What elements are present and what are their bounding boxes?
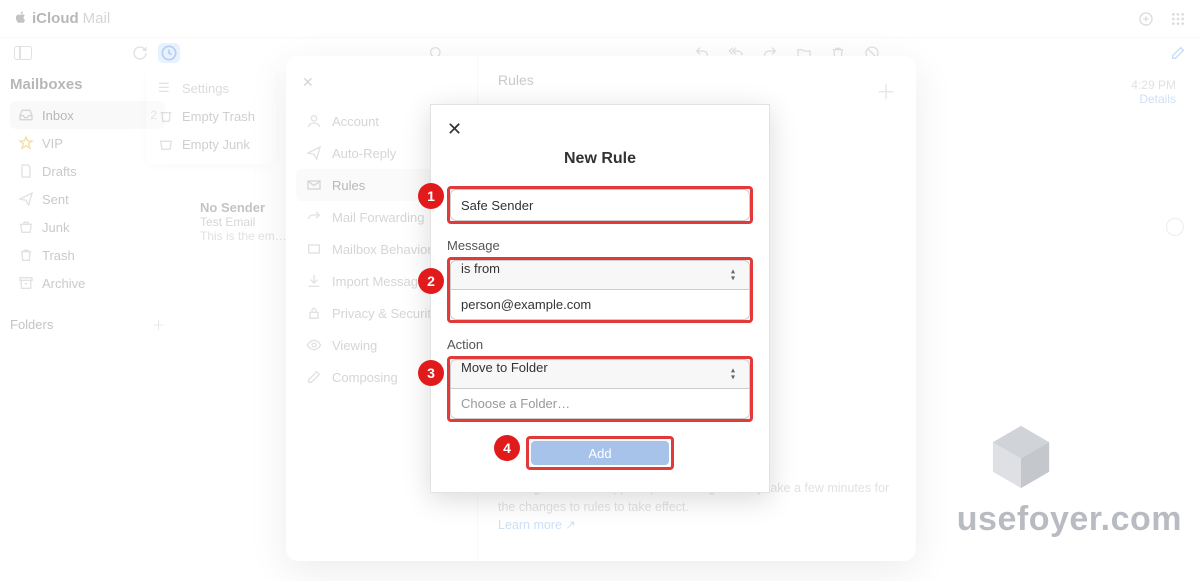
eye-icon — [306, 337, 322, 353]
add-folder-icon[interactable]: ＋ — [152, 315, 165, 334]
condition-email: person@example.com — [461, 297, 591, 312]
message-label: Message — [447, 238, 753, 253]
trash3-icon — [158, 108, 174, 124]
mailbox-label: VIP — [42, 136, 63, 151]
add-button[interactable]: Add — [531, 441, 669, 465]
clock-badge-icon[interactable] — [158, 43, 180, 63]
message-condition-box: is from person@example.com — [447, 257, 753, 323]
add-rule-icon[interactable]: ＋ — [876, 76, 896, 105]
settings-head[interactable]: ☰ Settings — [146, 74, 276, 102]
apple-icon — [14, 10, 28, 28]
mailbox-archive[interactable]: Archive — [10, 269, 165, 297]
rule-name-input[interactable] — [450, 189, 750, 221]
message-time: 4:29 PM — [1131, 78, 1176, 92]
settings-popover: ☰ Settings Empty Trash Empty Junk — [146, 68, 276, 164]
action-folder-input[interactable]: Choose a Folder… — [450, 389, 750, 419]
mailbox-label: Drafts — [42, 164, 77, 179]
action-label: Action — [447, 337, 753, 352]
nav-label: Viewing — [332, 338, 377, 353]
user-icon — [306, 113, 322, 129]
mailbox-drafts[interactable]: Drafts — [10, 157, 165, 185]
nav-label: Privacy & Security — [332, 306, 437, 321]
nav-label: Account — [332, 114, 379, 129]
file-icon — [18, 163, 34, 179]
settings-close-icon[interactable]: ✕ — [296, 66, 467, 99]
app-logo: iCloud Mail — [14, 10, 110, 28]
plane-icon — [306, 145, 322, 161]
junk-icon — [18, 219, 34, 235]
rule-name-box — [447, 186, 753, 224]
mailbox-trash[interactable]: Trash — [10, 241, 165, 269]
mailbox-sent[interactable]: Sent — [10, 185, 165, 213]
star-icon — [18, 135, 34, 151]
mail-icon — [306, 177, 322, 193]
inbox-icon — [18, 107, 34, 123]
step-badge-4: 4 — [494, 435, 520, 461]
mailbox-icon — [306, 241, 322, 257]
nav-label: Rules — [332, 178, 365, 193]
chevron-updown-icon — [731, 368, 741, 381]
empty-junk-item[interactable]: Empty Junk — [146, 130, 276, 158]
compose2-icon — [306, 369, 322, 385]
action-value: Move to Folder — [461, 360, 548, 375]
condition-select[interactable]: is from — [450, 260, 750, 290]
folders-header[interactable]: Folders ＋ — [10, 315, 165, 334]
compose-icon[interactable] — [1170, 45, 1186, 61]
folders-title: Folders — [10, 317, 53, 332]
modal-title: New Rule — [447, 150, 753, 168]
lock-icon — [306, 305, 322, 321]
sent-icon — [18, 191, 34, 207]
mailbox-label: Trash — [42, 248, 75, 263]
add-circle-icon[interactable] — [1138, 11, 1154, 27]
action-folder-placeholder: Choose a Folder… — [461, 396, 570, 411]
message-meta: 4:29 PM Details — [1131, 78, 1176, 106]
mailbox-label: Junk — [42, 220, 69, 235]
empty-trash-label: Empty Trash — [182, 109, 255, 124]
mailbox-junk[interactable]: Junk — [10, 213, 165, 241]
empty-trash-item[interactable]: Empty Trash — [146, 102, 276, 130]
condition-value: is from — [461, 261, 500, 276]
mailbox-label: Inbox — [42, 108, 74, 123]
step-badge-3: 3 — [418, 360, 444, 386]
mailbox-label: Sent — [42, 192, 69, 207]
menu-icon: ☰ — [158, 80, 174, 96]
step-badge-1: 1 — [418, 183, 444, 209]
topbar: iCloud Mail — [0, 0, 1200, 38]
settings-pop-title: Settings — [182, 81, 229, 96]
nav-label: Auto-Reply — [332, 146, 396, 161]
watermark-text: usefoyer.com — [957, 500, 1182, 539]
refresh-icon[interactable] — [132, 45, 148, 61]
close-icon[interactable]: ✕ — [447, 119, 753, 140]
chevron-updown-icon — [731, 269, 741, 282]
app-grid-icon[interactable] — [1170, 11, 1186, 27]
reaction-icon[interactable] — [1166, 218, 1184, 236]
condition-value-input[interactable]: person@example.com — [450, 290, 750, 320]
mailbox-label: Archive — [42, 276, 85, 291]
forward2-icon — [306, 209, 322, 225]
add-button-box: Add — [526, 436, 674, 470]
nav-label: Composing — [332, 370, 398, 385]
nav-label: Mail Forwarding — [332, 210, 424, 225]
nav-label: Import Messages — [332, 274, 432, 289]
learn-more-link[interactable]: Learn more ↗ — [498, 518, 576, 532]
mailbox-vip[interactable]: VIP — [10, 129, 165, 157]
junk2-icon — [158, 136, 174, 152]
new-rule-modal: ✕ New Rule Message is from person@exampl… — [430, 104, 770, 493]
watermark-logo-icon — [984, 420, 1058, 494]
empty-junk-label: Empty Junk — [182, 137, 250, 152]
mailboxes-title: Mailboxes — [10, 76, 165, 93]
rules-body-title: Rules — [498, 72, 896, 88]
trash2-icon — [18, 247, 34, 263]
archive-icon — [18, 275, 34, 291]
nav-label: Mailbox Behavior — [332, 242, 432, 257]
details-link[interactable]: Details — [1131, 92, 1176, 106]
import-icon — [306, 273, 322, 289]
pane-toggle-icon[interactable] — [14, 46, 32, 60]
action-box: Move to Folder Choose a Folder… — [447, 356, 753, 422]
action-select[interactable]: Move to Folder — [450, 359, 750, 389]
step-badge-2: 2 — [418, 268, 444, 294]
brand-1: iCloud — [32, 10, 79, 27]
mailbox-inbox[interactable]: Inbox 2 — [10, 101, 165, 129]
brand-2: Mail — [83, 10, 111, 27]
